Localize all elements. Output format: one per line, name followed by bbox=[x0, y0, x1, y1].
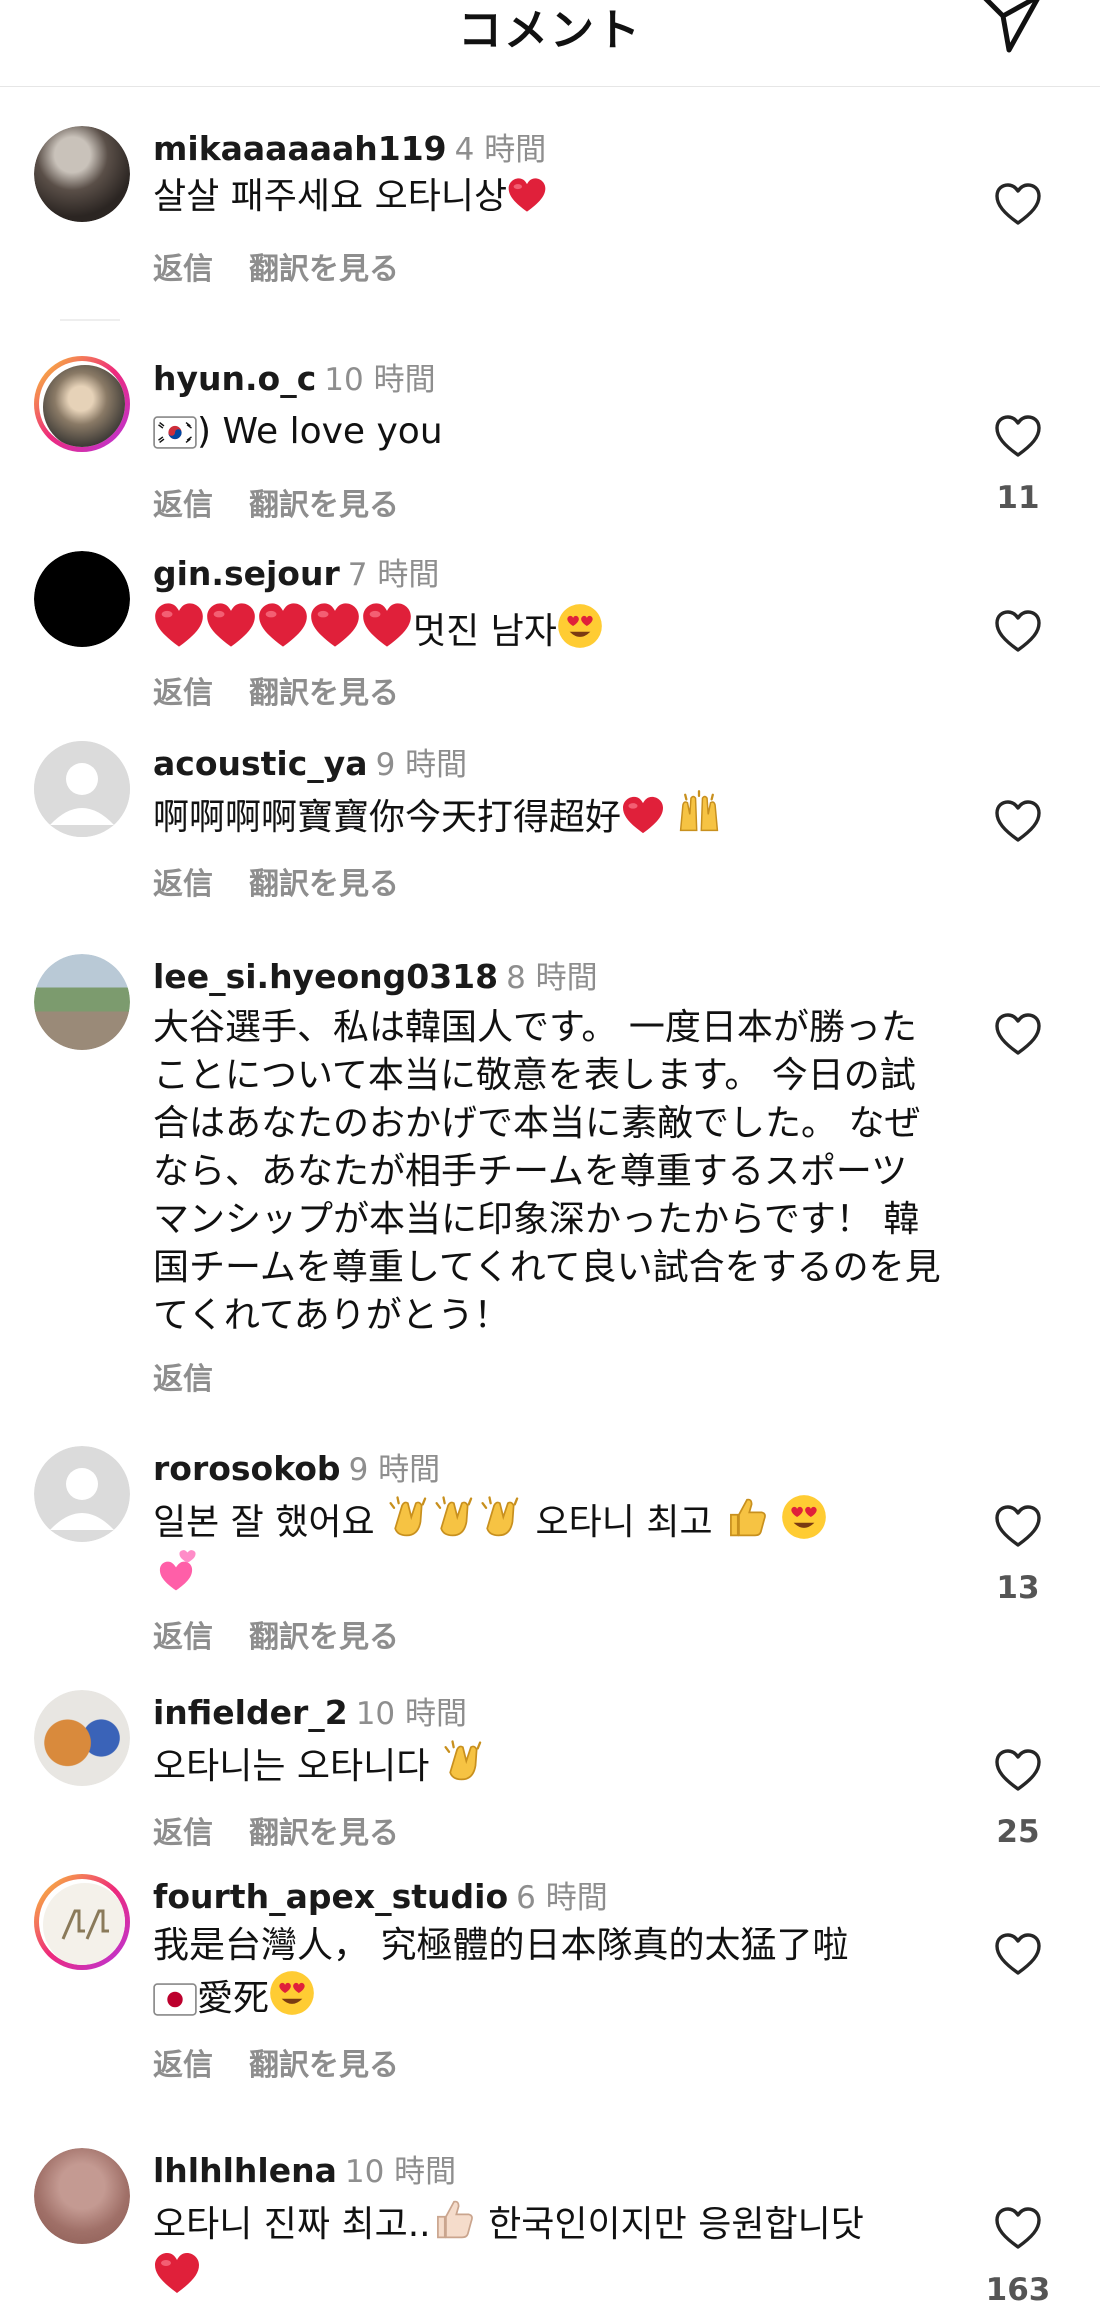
avatar[interactable] bbox=[34, 1446, 130, 1542]
like-heart-icon[interactable] bbox=[993, 1504, 1043, 1548]
red-heart-icon bbox=[257, 601, 309, 649]
clapping-hands-icon bbox=[432, 1494, 478, 1540]
timestamp: 9 時間 bbox=[348, 1452, 441, 1488]
username[interactable]: lhlhlhlena bbox=[153, 2151, 337, 2190]
like-heart-icon[interactable] bbox=[993, 414, 1043, 458]
send-icon[interactable] bbox=[975, 0, 1045, 54]
reply-button[interactable]: 返信 bbox=[153, 867, 213, 902]
clapping-hands-icon bbox=[478, 1494, 524, 1540]
reply-button[interactable]: 返信 bbox=[153, 488, 213, 523]
timestamp: 7 時間 bbox=[347, 557, 440, 593]
username[interactable]: mikaaaaaah119 bbox=[153, 129, 447, 168]
reply-button[interactable]: 返信 bbox=[153, 1620, 213, 1655]
username[interactable]: acoustic_ya bbox=[153, 744, 368, 783]
comment-text: 我是台灣人， 究極體的日本隊真的太猛了啦 愛死 bbox=[153, 1925, 849, 2019]
heart-eyes-emoji-icon bbox=[557, 603, 603, 649]
like-heart-icon[interactable] bbox=[993, 2206, 1043, 2250]
korea-flag-icon bbox=[153, 416, 197, 449]
timestamp: 10 時間 bbox=[324, 362, 436, 398]
page-title: コメント bbox=[458, 5, 642, 56]
timestamp: 10 時間 bbox=[355, 1696, 468, 1732]
timestamp: 8 時間 bbox=[506, 960, 598, 996]
avatar[interactable] bbox=[34, 551, 130, 647]
header-bar: コメント bbox=[0, 0, 1100, 87]
like-count: 13 bbox=[996, 1570, 1040, 1606]
comment-text: 일본 잘 했어요 오타니 최고 bbox=[153, 1494, 933, 1604]
heart-eyes-emoji-icon bbox=[269, 1970, 315, 2016]
timestamp: 4 時間 bbox=[454, 132, 547, 168]
avatar[interactable] bbox=[34, 741, 130, 837]
red-heart-icon bbox=[153, 601, 205, 649]
see-translation-button[interactable]: 翻訳を見る bbox=[249, 1620, 399, 1655]
avatar[interactable] bbox=[34, 2148, 130, 2244]
see-translation-button[interactable]: 翻訳を見る bbox=[249, 252, 399, 287]
two-hearts-icon bbox=[153, 1549, 199, 1595]
like-heart-icon[interactable] bbox=[993, 609, 1043, 653]
clapping-hands-icon bbox=[441, 1738, 487, 1784]
thumbs-up-icon bbox=[724, 1494, 770, 1540]
avatar[interactable] bbox=[34, 1874, 130, 1970]
like-heart-icon[interactable] bbox=[993, 1932, 1043, 1976]
red-heart-icon bbox=[621, 795, 665, 835]
username[interactable]: lee_si.hyeong0318 bbox=[153, 957, 498, 996]
username[interactable]: fourth_apex_studio bbox=[153, 1877, 508, 1916]
japan-flag-icon bbox=[153, 1983, 197, 2016]
studio-logo-icon bbox=[61, 1909, 109, 1940]
comment-text: 살살 패주세요 오타니상 bbox=[153, 173, 933, 221]
like-heart-icon[interactable] bbox=[993, 182, 1043, 226]
see-translation-button[interactable]: 翻訳を見る bbox=[249, 676, 399, 711]
like-heart-icon[interactable] bbox=[993, 1012, 1043, 1056]
like-heart-icon[interactable] bbox=[993, 1748, 1043, 1792]
comment-text: 大谷選手、私は韓国人です。 一度日本が勝ったことについて本当に敬意を表します。 … bbox=[153, 1007, 941, 1336]
see-translation-button[interactable]: 翻訳を見る bbox=[249, 488, 399, 523]
reply-button[interactable]: 返信 bbox=[153, 1816, 213, 1851]
reply-button[interactable]: 返信 bbox=[153, 1362, 213, 1397]
comment-text: 啊啊啊啊寶寶你今天打得超好 bbox=[153, 789, 933, 842]
like-heart-icon[interactable] bbox=[993, 799, 1043, 843]
username[interactable]: hyun.o_c bbox=[153, 359, 316, 398]
reply-button[interactable]: 返信 bbox=[153, 2048, 213, 2083]
clapping-hands-icon bbox=[386, 1494, 432, 1540]
see-translation-button[interactable]: 翻訳を見る bbox=[249, 2048, 399, 2083]
heart-eyes-emoji-icon bbox=[781, 1494, 827, 1540]
reply-button[interactable]: 返信 bbox=[153, 676, 213, 711]
see-translation-button[interactable]: 翻訳を見る bbox=[249, 1816, 399, 1851]
like-count: 11 bbox=[996, 480, 1040, 516]
timestamp: 9 時間 bbox=[375, 747, 468, 783]
raising-hands-icon bbox=[676, 789, 722, 835]
see-translation-button[interactable]: 翻訳を見る bbox=[249, 867, 399, 902]
username[interactable]: rorosokob bbox=[153, 1449, 341, 1488]
like-count: 25 bbox=[996, 1814, 1040, 1850]
divider bbox=[60, 319, 120, 321]
red-heart-icon bbox=[361, 601, 413, 649]
username[interactable]: gin.sejour bbox=[153, 554, 340, 593]
avatar[interactable] bbox=[34, 1690, 130, 1786]
thumbs-up-icon bbox=[431, 2196, 477, 2242]
comment-text: ) We love you bbox=[153, 408, 933, 456]
reply-button[interactable]: 返信 bbox=[153, 252, 213, 287]
red-heart-icon bbox=[205, 601, 257, 649]
avatar[interactable] bbox=[34, 954, 130, 1050]
comment-text: 멋진 남자 bbox=[153, 601, 933, 656]
red-heart-icon bbox=[309, 601, 361, 649]
default-avatar-icon bbox=[34, 1446, 130, 1542]
avatar[interactable] bbox=[34, 356, 130, 452]
like-count: 163 bbox=[985, 2272, 1051, 2308]
comment-text: 오타니 진짜 최고.. 한국인이지만 응원합니닷 bbox=[153, 2196, 933, 2304]
red-heart-icon bbox=[153, 2251, 201, 2295]
comment-text: 오타니는 오타니다 bbox=[153, 1738, 933, 1791]
avatar[interactable] bbox=[34, 126, 130, 222]
timestamp: 6 時間 bbox=[516, 1880, 608, 1916]
red-heart-icon bbox=[507, 176, 547, 214]
default-avatar-icon bbox=[34, 741, 130, 837]
username[interactable]: infielder_2 bbox=[153, 1693, 348, 1732]
timestamp: 10 時間 bbox=[344, 2154, 457, 2190]
